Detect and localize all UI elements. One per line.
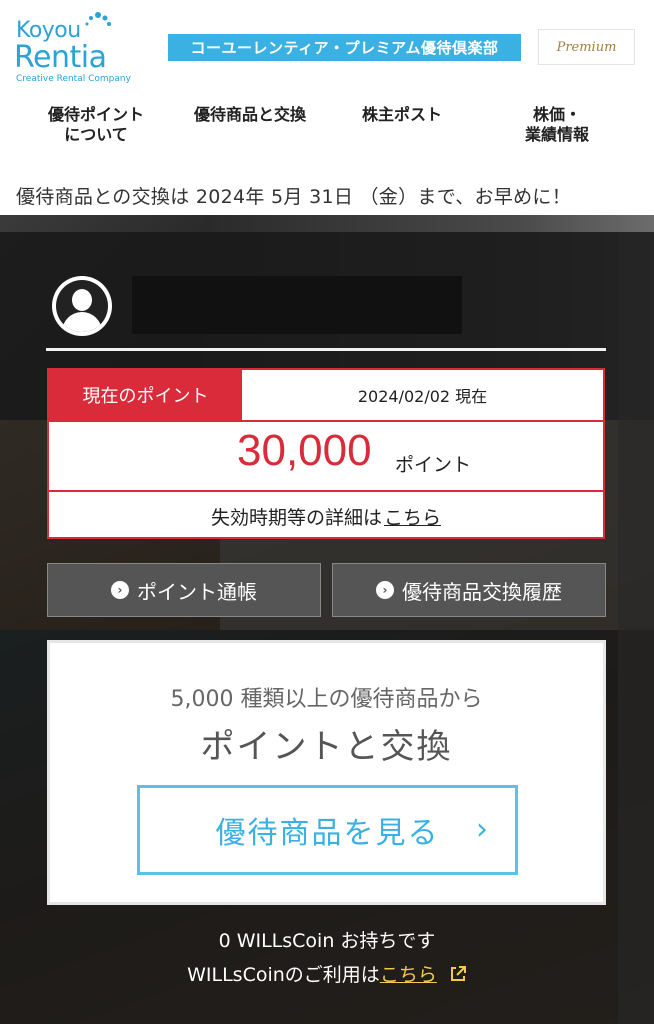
exchange-history-label: 優待商品交換履歴 (402, 579, 562, 604)
user-name-redacted (132, 276, 462, 334)
points-unit: ポイント (395, 454, 472, 476)
willscoin-usage-text: WILLsCoinのご利用は (187, 964, 380, 986)
chevron-right-circle-icon: › (111, 581, 129, 599)
view-products-button[interactable]: 優待商品を見る › (137, 785, 518, 875)
points-value: 30,000 (237, 426, 372, 475)
exchange-history-button[interactable]: › 優待商品交換履歴 (332, 563, 606, 617)
site-header: Koyou Rentia Creative Rental Company コーユ… (0, 0, 654, 95)
expiry-details-link[interactable]: こちら (384, 503, 441, 530)
main-nav: 優待ポイント について 優待商品と交換 株主ポスト 株価・ 業績情報 (0, 105, 654, 155)
logo-tagline: Creative Rental Company (16, 74, 131, 84)
koyou-rentia-logo[interactable]: Koyou Rentia Creative Rental Company (14, 10, 131, 86)
nav-item-points-about[interactable]: 優待ポイント について (40, 105, 152, 145)
expiry-details: 失効時期等の詳細は こちら (49, 494, 603, 538)
expiry-text: 失効時期等の詳細は (210, 506, 382, 529)
willscoin-balance: 0 WILLsCoin お持ちです (218, 930, 436, 952)
profile-divider (46, 348, 606, 351)
willscoin-usage: WILLsCoinのご利用はこちら (0, 960, 654, 987)
points-label: 現在のポイント (49, 370, 242, 420)
user-avatar (52, 276, 112, 336)
point-ledger-button[interactable]: › ポイント通帳 (47, 563, 321, 617)
club-banner[interactable]: コーユーレンティア・プレミアム優待倶楽部 (168, 34, 521, 61)
premium-badge[interactable]: Premium (538, 29, 635, 65)
overlay-edge (618, 232, 654, 1024)
view-products-label: 優待商品を見る (215, 816, 440, 851)
points-value-row: 30,000 ポイント (49, 422, 603, 492)
logo-text-main: Rentia (14, 40, 107, 75)
points-as-of-date: 2024/02/02 現在 (357, 387, 488, 406)
person-icon (56, 280, 108, 332)
deadline-notice: 優待商品との交換は 2024年 5月 31日 （金）まで、お早めに！ (16, 186, 572, 208)
external-link-icon (450, 966, 466, 981)
exchange-panel: 5,000 種類以上の優待商品から ポイントと交換 優待商品を見る › (47, 640, 606, 905)
points-header: 現在のポイント 2024/02/02 現在 (49, 370, 603, 422)
exchange-subheading: 5,000 種類以上の優待商品から (170, 687, 483, 712)
nav-item-shareholder-post[interactable]: 株主ポスト (350, 105, 454, 125)
nav-item-stock-info[interactable]: 株価・ 業績情報 (508, 105, 606, 145)
chevron-right-icon: › (476, 812, 488, 847)
point-ledger-label: ポイント通帳 (137, 579, 257, 604)
chevron-right-circle-icon: › (376, 581, 394, 599)
willscoin-usage-link[interactable]: こちら (380, 964, 437, 986)
points-panel: 現在のポイント 2024/02/02 現在 30,000 ポイント 失効時期等の… (47, 368, 605, 539)
exchange-heading: ポイントと交換 (200, 727, 453, 767)
nav-item-exchange[interactable]: 優待商品と交換 (186, 105, 314, 125)
